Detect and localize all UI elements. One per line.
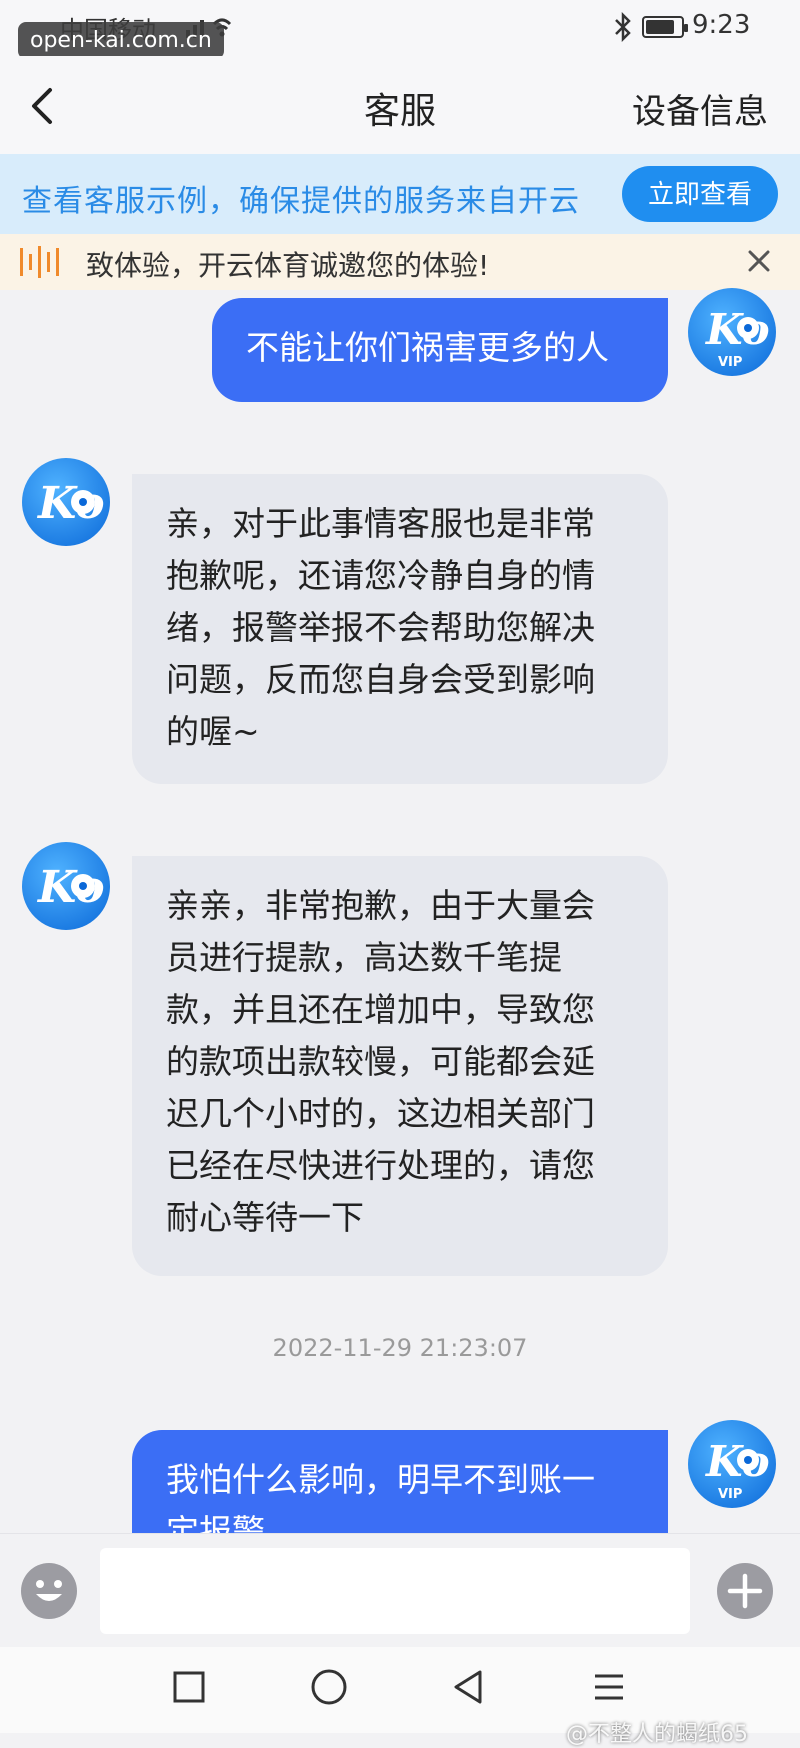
recent-apps-icon[interactable] (172, 1670, 206, 1704)
message-line: 耐心等待一下 (166, 1198, 364, 1237)
message-line: 抱歉呢，还请您冷静自身的情 (166, 556, 595, 595)
message-line: 问题，反而您自身会受到影响 (166, 660, 595, 699)
svg-text:VIP: VIP (718, 1487, 742, 1502)
message-line: 亲，对于此事情客服也是非常 (166, 504, 595, 543)
message-line: 迟几个小时的，这边相关部门 (166, 1094, 595, 1133)
user-avatar: Ko VIP (688, 288, 776, 376)
battery-icon (642, 16, 688, 38)
message-line: 员进行提款，高达数千笔提 (166, 938, 562, 977)
message-text: 不能让你们祸害更多的人 (246, 328, 609, 367)
nav-back-icon[interactable] (450, 1668, 486, 1706)
menu-icon[interactable] (592, 1668, 626, 1706)
clock-time: 9:23 (692, 10, 751, 40)
message-timestamp: 2022-11-29 21:23:07 (272, 1334, 528, 1362)
brand-logo-icon: Ko (36, 862, 105, 913)
message-line: 款，并且还在增加中，导致您 (166, 990, 595, 1029)
notice-text: 致体验，开云体育诚邀您的体验! (86, 249, 490, 282)
user-avatar: Ko VIP (688, 1420, 776, 1508)
emoji-icon[interactable] (20, 1562, 78, 1620)
chat-bubble-user: 不能让你们祸害更多的人 (212, 298, 668, 402)
message-line: 亲亲，非常抱歉，由于大量会 (166, 886, 595, 925)
agent-avatar: Ko (22, 458, 110, 546)
view-now-button[interactable]: 立即查看 (622, 166, 778, 222)
banner-text: 查看客服示例，确保提供的服务来自开云 (22, 184, 580, 219)
watermark-credit: @不整人的蝎纸65 (566, 1722, 748, 1747)
close-icon[interactable] (744, 246, 774, 276)
watermark-label: open-kai.com.cn (18, 22, 224, 59)
sound-wave-icon (20, 246, 59, 278)
message-input[interactable] (100, 1548, 690, 1634)
message-line: 我怕什么影响，明早不到账一 (166, 1460, 595, 1499)
message-line: 绪，报警举报不会帮助您解决 (166, 608, 595, 647)
chat-bubble-agent: 亲，对于此事情客服也是非常 抱歉呢，还请您冷静自身的情 绪，报警举报不会帮助您解… (132, 474, 668, 784)
svg-text:VIP: VIP (718, 355, 742, 370)
add-icon[interactable] (716, 1562, 774, 1620)
brand-logo-icon: Ko (36, 478, 105, 529)
bluetooth-icon (615, 12, 631, 42)
vip-logo-icon: Ko VIP (705, 305, 770, 370)
message-line: 已经在尽快进行处理的，请您 (166, 1146, 595, 1185)
device-info-button[interactable]: 设备信息 (632, 84, 768, 133)
chat-bubble-agent: 亲亲，非常抱歉，由于大量会 员进行提款，高达数千笔提 款，并且还在增加中，导致您… (132, 856, 668, 1276)
message-line: 的喔~ (166, 712, 260, 751)
vip-logo-icon: Ko VIP (705, 1437, 770, 1502)
message-line: 的款项出款较慢，可能都会延 (166, 1042, 595, 1081)
home-icon[interactable] (310, 1668, 348, 1706)
agent-avatar: Ko (22, 842, 110, 930)
